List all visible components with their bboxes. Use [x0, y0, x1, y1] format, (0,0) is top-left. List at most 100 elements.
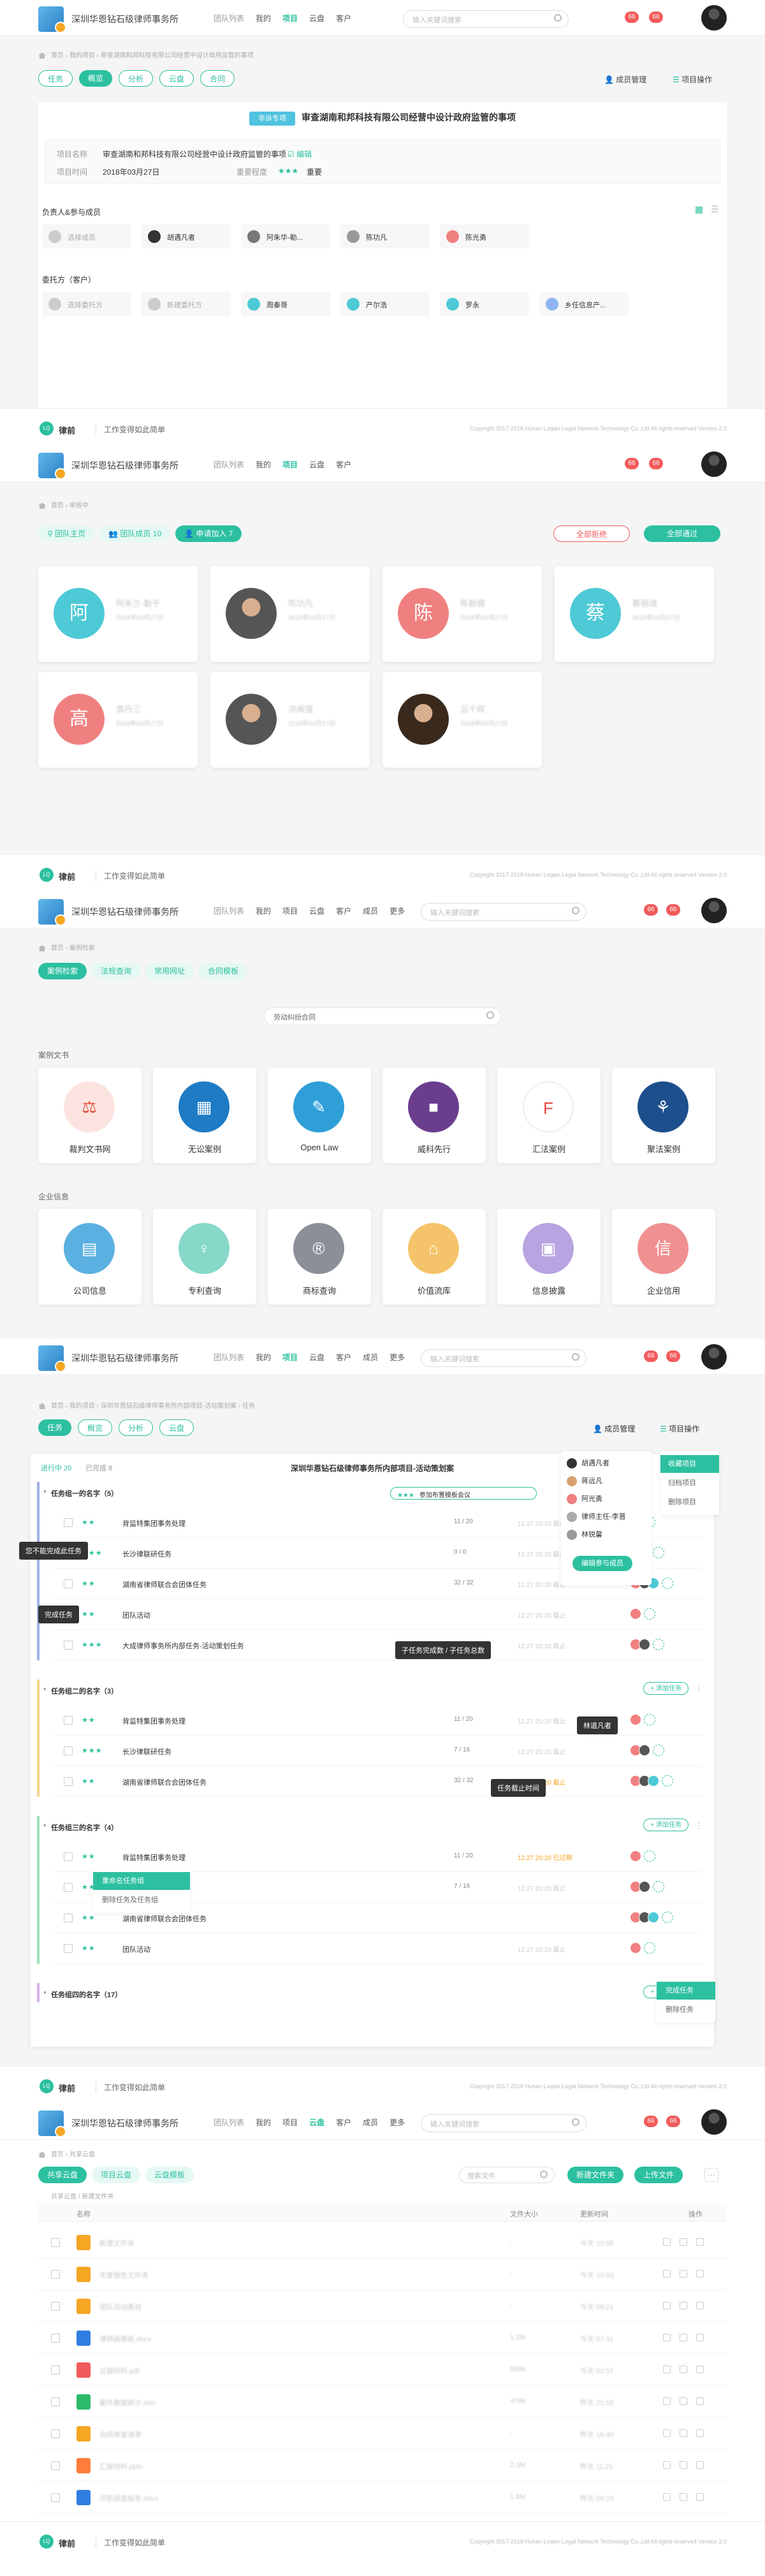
group-title[interactable]: 任务组一的名字（5） [51, 1488, 118, 1498]
download-icon[interactable] [663, 2461, 671, 2469]
tool-card[interactable]: ▣ 信息披露 [497, 1209, 601, 1305]
file-row[interactable]: 合同审查清单 - 昨天 15:40 [38, 2418, 727, 2450]
tab-law-search[interactable]: 法规查询 [92, 963, 141, 979]
task-members[interactable] [630, 1714, 655, 1727]
delete-icon[interactable] [696, 2397, 704, 2405]
file-row[interactable]: 年度报告文件夹 - 今天 10:03 [38, 2258, 727, 2290]
notice-badge[interactable]: 66 [649, 11, 663, 23]
file-name[interactable]: 合同审查清单 [99, 2429, 142, 2440]
nav-members[interactable]: 成员 [363, 1352, 378, 1363]
edit-icon[interactable] [680, 2429, 687, 2437]
edit-icon[interactable] [680, 2461, 687, 2469]
add-member-icon[interactable] [644, 1942, 655, 1954]
upload-file-button[interactable]: 上传文件 [634, 2167, 683, 2183]
file-checkbox[interactable] [51, 2429, 60, 2438]
task-name[interactable]: 湖南省律师联合会团体任务 [122, 1777, 207, 1787]
ops-menu-item[interactable]: 归档项目 [660, 1474, 719, 1492]
nav-members[interactable]: 成员 [363, 905, 378, 916]
home-icon[interactable] [38, 1403, 46, 1410]
file-row[interactable]: 团队活动素材 - 今天 09:21 [38, 2290, 727, 2322]
task-stars-icon[interactable]: ★★ [82, 1716, 96, 1724]
nav-client[interactable]: 客户 [336, 905, 351, 916]
tab-contract-templates[interactable]: 合同模板 [199, 963, 248, 979]
task-name[interactable]: 背监特集团事务处理 [122, 1518, 186, 1528]
task-row[interactable]: ★★湖南省律师联合会团体任务32 / 3212.27 20:20 截止 [52, 1766, 703, 1797]
task-stars-icon[interactable]: ★★ [82, 1777, 96, 1785]
tool-card[interactable]: ⚘ 聚法案例 [612, 1067, 715, 1163]
nav-project[interactable]: 项目 [282, 1352, 298, 1363]
nav-project[interactable]: 项目 [282, 13, 298, 24]
file-checkbox[interactable] [51, 2270, 60, 2279]
file-checkbox[interactable] [51, 2302, 60, 2311]
file-row[interactable]: 证据材料.pdf 865K 今天 02:57 [38, 2354, 727, 2386]
member-manage-button[interactable]: 👤 成员管理 [593, 1423, 635, 1434]
file-name[interactable]: 汇报材料.pptx [99, 2461, 143, 2471]
tab-team-members[interactable]: 👥 团队成员 10 [99, 525, 171, 542]
edit-members-button[interactable]: 编辑参与成员 [572, 1556, 632, 1571]
crumb-home[interactable]: 首页 [51, 1403, 64, 1410]
delete-icon[interactable] [696, 2302, 704, 2309]
client-chip[interactable]: 产尔浩 [340, 292, 430, 316]
member-option[interactable]: 蒋远凡 [566, 1475, 602, 1488]
tool-card[interactable]: 信企业信用 [612, 1209, 715, 1305]
nav-mine[interactable]: 我的 [256, 13, 271, 24]
crumb-my-project[interactable]: 我的项目 [69, 52, 95, 59]
tab-project-cloud[interactable]: 项目云盘 [92, 2167, 141, 2183]
member-card[interactable]: 洪闻强 2018年03月27日 [210, 672, 370, 768]
edit-icon[interactable] [680, 2302, 687, 2309]
more-icon[interactable]: ⋮ [695, 1685, 703, 1694]
file-row[interactable]: 尽职调查报告.docx 1.8M 昨天 09:23 [38, 2482, 727, 2514]
nav-client[interactable]: 客户 [336, 1352, 351, 1363]
col-name[interactable]: 名称 [76, 2209, 91, 2219]
add-client-button[interactable]: 新建委托方 [142, 292, 231, 316]
file-search-input[interactable]: 搜索文件 [459, 2167, 555, 2183]
owner-chip[interactable]: 陈功凡 [340, 224, 430, 249]
user-avatar[interactable] [701, 5, 727, 31]
task-row[interactable]: ★★★大成律师事务所内部任务-活动策划任务2 / 412.27 20:20 截止 [52, 1630, 703, 1660]
task-menu-item[interactable]: 删除任务 [657, 2001, 715, 2019]
firm-name[interactable]: 深圳华恩钻石级律师事务所 [71, 905, 178, 918]
col-time[interactable]: 更新时间 [580, 2209, 608, 2219]
task-name[interactable]: 大成律师事务所内部任务-活动策划任务 [122, 1641, 244, 1651]
download-icon[interactable] [663, 2238, 671, 2246]
user-avatar[interactable] [701, 451, 727, 477]
nav-team-list[interactable]: 团队列表 [214, 1352, 244, 1363]
file-name[interactable]: 尽职调查报告.docx [99, 2493, 158, 2503]
task-checkbox[interactable] [64, 1716, 73, 1725]
search-icon[interactable] [554, 14, 562, 22]
new-folder-button[interactable]: 新建文件夹 [567, 2167, 624, 2183]
tab-shared-cloud[interactable]: 共享云盘 [38, 2167, 87, 2183]
tab-overview[interactable]: 概览 [78, 1419, 113, 1436]
task-checkbox[interactable] [64, 1746, 73, 1755]
edit-project-name-button[interactable]: ☑ 编辑 [288, 149, 312, 159]
download-icon[interactable] [663, 2429, 671, 2437]
chevron-down-icon[interactable]: ▾ [43, 1822, 47, 1829]
search-icon[interactable] [572, 2118, 579, 2126]
nav-cloud[interactable]: 云盘 [309, 905, 324, 916]
client-chip[interactable]: 罗永 [440, 292, 529, 316]
nav-team-list[interactable]: 团队列表 [214, 2117, 244, 2128]
member-option[interactable]: 林锐馨 [566, 1529, 602, 1541]
home-icon[interactable] [38, 2151, 46, 2158]
tool-card[interactable]: ⌂ 价值流库 [382, 1209, 486, 1305]
tab-team-home[interactable]: ⚲ 团队主页 [38, 525, 95, 542]
notice-badge[interactable]: 66 [666, 1350, 680, 1362]
message-badge[interactable]: 66 [644, 904, 658, 916]
task-name[interactable]: 长沙律联研任务 [122, 1746, 171, 1757]
delete-icon[interactable] [696, 2366, 704, 2373]
member-option[interactable]: 阿光勇 [566, 1493, 602, 1505]
owner-chip[interactable]: 胡遇凡者 [142, 224, 231, 249]
accept-all-button[interactable]: 全部通过 [644, 525, 720, 542]
task-members[interactable] [630, 1881, 664, 1894]
file-checkbox[interactable] [51, 2366, 60, 2375]
task-checkbox[interactable] [64, 1579, 73, 1588]
more-icon[interactable]: ⋯ [704, 2168, 718, 2182]
home-icon[interactable] [38, 502, 46, 509]
select-member-button[interactable]: 选择成员 [42, 224, 131, 249]
nav-mine[interactable]: 我的 [256, 459, 271, 470]
task-stars-icon[interactable]: ★★ [82, 1518, 96, 1526]
view-toggle-grid-icon[interactable]: ▦ [695, 204, 703, 215]
task-name[interactable]: 湖南省律师联合会团体任务 [122, 1579, 207, 1590]
notice-badge[interactable]: 66 [649, 458, 663, 469]
task-members[interactable] [630, 1912, 673, 1925]
